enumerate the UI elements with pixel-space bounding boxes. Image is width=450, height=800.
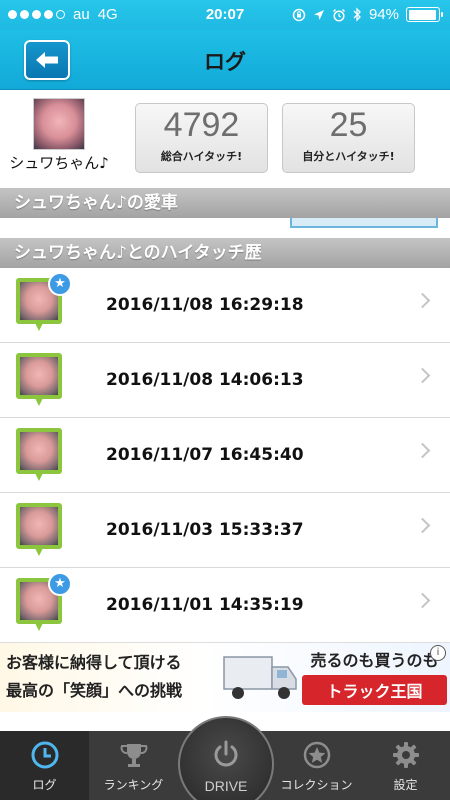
log-row[interactable]: ★ 2016/11/01 14:35:19 bbox=[0, 568, 450, 643]
avatar[interactable] bbox=[33, 98, 85, 150]
tab-settings[interactable]: 設定 bbox=[361, 731, 450, 800]
ad-brand-block: 売るのも買うのも トラック王国 bbox=[302, 647, 447, 705]
bluetooth-icon bbox=[353, 7, 361, 22]
chevron-right-icon bbox=[414, 442, 431, 459]
drive-button[interactable]: DRIVE bbox=[178, 716, 274, 800]
pin-tail bbox=[35, 323, 43, 331]
pin-photo bbox=[20, 357, 58, 395]
pin-tail bbox=[35, 398, 43, 406]
chevron-right-icon bbox=[414, 367, 431, 384]
photo-pin bbox=[16, 353, 62, 399]
tab-ranking[interactable]: ランキング bbox=[89, 731, 178, 800]
car-image bbox=[290, 218, 438, 228]
stat-self-value: 25 bbox=[329, 106, 368, 144]
stat-total-value: 4792 bbox=[163, 106, 240, 144]
pin-photo bbox=[20, 507, 58, 545]
alarm-icon bbox=[332, 8, 345, 22]
clock-icon bbox=[31, 741, 58, 769]
tab-ranking-label: ランキング bbox=[103, 778, 164, 792]
tab-settings-label: 設定 bbox=[393, 778, 418, 792]
battery-icon bbox=[406, 7, 443, 22]
profile-name: シュワちゃん♪ bbox=[9, 154, 109, 172]
log-row[interactable]: 2016/11/03 15:33:37 bbox=[0, 493, 450, 568]
battery-percent: 94% bbox=[368, 6, 399, 23]
chevron-right-icon bbox=[414, 292, 431, 309]
power-icon bbox=[214, 740, 238, 767]
ad-line-2: 最高の「笑顔」への挑戦 bbox=[6, 681, 183, 700]
ad-tagline: 売るのも買うのも bbox=[310, 651, 439, 670]
tab-log-label: ログ bbox=[32, 778, 57, 792]
car-section-header: シュワちゃん♪の愛車 bbox=[0, 188, 450, 218]
ad-copy: お客様に納得して頂ける 最高の「笑顔」への挑戦 bbox=[6, 649, 182, 705]
stat-self-label: 自分とハイタッチ! bbox=[302, 150, 395, 163]
photo-pin bbox=[16, 428, 62, 474]
trophy-icon bbox=[120, 744, 147, 767]
log-datetime: 2016/11/03 15:33:37 bbox=[106, 520, 304, 540]
stat-total-hightouch: 4792 総合ハイタッチ! bbox=[135, 103, 268, 173]
nav-bar: ログ bbox=[0, 30, 450, 90]
star-badge-icon bbox=[303, 741, 330, 769]
status-right: 94% bbox=[292, 6, 443, 23]
page-title: ログ bbox=[204, 50, 246, 74]
ad-info-icon[interactable]: i bbox=[430, 645, 446, 661]
tab-collection[interactable]: コレクション bbox=[272, 731, 361, 800]
drive-label: DRIVE bbox=[204, 778, 248, 794]
battery-level-fill bbox=[408, 9, 436, 20]
log-datetime: 2016/11/08 16:29:18 bbox=[106, 295, 304, 315]
photo-pin bbox=[16, 503, 62, 549]
hightouch-log-list: ★ 2016/11/08 16:29:18 2016/11/08 14:06:1… bbox=[0, 268, 450, 643]
profile-summary: シュワちゃん♪ 4792 総合ハイタッチ! 25 自分とハイタッチ! bbox=[0, 90, 450, 188]
ad-brand: トラック王国 bbox=[302, 675, 447, 705]
log-row[interactable]: 2016/11/07 16:45:40 bbox=[0, 418, 450, 493]
ad-banner[interactable]: お客様に納得して頂ける 最高の「笑顔」への挑戦 売るのも買うのも トラック王国 … bbox=[0, 642, 450, 712]
pin-photo bbox=[20, 432, 58, 470]
star-badge-icon: ★ bbox=[48, 272, 72, 296]
history-section-header: シュワちゃん♪とのハイタッチ歴 bbox=[0, 238, 450, 268]
pin-tail bbox=[35, 473, 43, 481]
log-datetime: 2016/11/08 14:06:13 bbox=[106, 370, 304, 390]
stat-self-hightouch: 25 自分とハイタッチ! bbox=[282, 103, 415, 173]
log-datetime: 2016/11/07 16:45:40 bbox=[106, 445, 304, 465]
gear-icon bbox=[392, 742, 419, 768]
log-datetime: 2016/11/01 14:35:19 bbox=[106, 595, 304, 615]
chevron-right-icon bbox=[414, 592, 431, 609]
truck-icon bbox=[223, 656, 297, 699]
chevron-right-icon bbox=[414, 517, 431, 534]
pin-tail bbox=[35, 548, 43, 556]
location-icon bbox=[313, 9, 324, 20]
star-badge-icon: ★ bbox=[48, 572, 72, 596]
log-row[interactable]: 2016/11/08 14:06:13 bbox=[0, 343, 450, 418]
stat-total-label: 総合ハイタッチ! bbox=[160, 150, 243, 163]
tab-log[interactable]: ログ bbox=[0, 731, 89, 800]
status-bar: au 4G 20:07 94% bbox=[0, 0, 450, 30]
tab-collection-label: コレクション bbox=[280, 778, 353, 792]
rotation-lock-icon bbox=[292, 8, 306, 21]
ad-line-1: お客様に納得して頂ける bbox=[6, 653, 182, 672]
car-image-strip[interactable] bbox=[0, 218, 450, 230]
log-row[interactable]: ★ 2016/11/08 16:29:18 bbox=[0, 268, 450, 343]
pin-tail bbox=[35, 623, 43, 631]
